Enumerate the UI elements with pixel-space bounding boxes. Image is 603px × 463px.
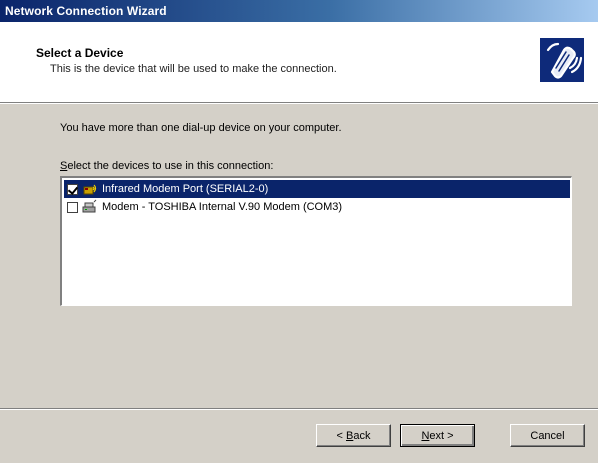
back-button-prefix: <	[336, 429, 346, 442]
list-label-text: elect the devices to use in this connect…	[67, 160, 274, 172]
next-button-label: ext >	[429, 429, 454, 442]
list-item-infrared-modem[interactable]: Infrared Modem Port (SERIAL2-0)	[64, 180, 570, 198]
cancel-button[interactable]: Cancel	[510, 424, 585, 447]
device-list-label: Select the devices to use in this connec…	[60, 160, 273, 172]
device-label-infrared: Infrared Modem Port (SERIAL2-0)	[102, 183, 269, 195]
wizard-header: Select a Device This is the device that …	[0, 22, 598, 102]
intro-text: You have more than one dial-up device on…	[60, 122, 342, 134]
header-subtitle: This is the device that will be used to …	[50, 63, 337, 75]
back-button-accelerator: B	[346, 429, 354, 442]
back-button-label: ack	[353, 429, 371, 442]
footer-divider-highlight	[0, 409, 598, 410]
header-title: Select a Device	[36, 46, 124, 60]
back-button[interactable]: < Back	[316, 424, 391, 447]
device-checkbox-toshiba[interactable]	[67, 201, 78, 213]
next-button[interactable]: Next >	[400, 424, 475, 447]
header-divider-highlight	[0, 103, 598, 104]
device-label-toshiba: Modem - TOSHIBA Internal V.90 Modem (COM…	[102, 201, 343, 213]
wizard-window: Network Connection Wizard Select a Devic…	[0, 0, 598, 463]
device-checkbox-infrared[interactable]	[67, 183, 78, 195]
cancel-button-label: Cancel	[530, 429, 565, 442]
modem-icon	[82, 199, 98, 215]
list-item-toshiba-modem[interactable]: Modem - TOSHIBA Internal V.90 Modem (COM…	[64, 198, 570, 216]
infrared-port-icon	[82, 181, 98, 197]
next-button-accelerator: N	[421, 429, 430, 442]
modem-phone-icon	[540, 38, 584, 82]
device-listbox[interactable]: Infrared Modem Port (SERIAL2-0) Modem - …	[60, 176, 572, 306]
title-bar[interactable]: Network Connection Wizard	[0, 0, 598, 22]
window-title: Network Connection Wizard	[5, 4, 167, 18]
